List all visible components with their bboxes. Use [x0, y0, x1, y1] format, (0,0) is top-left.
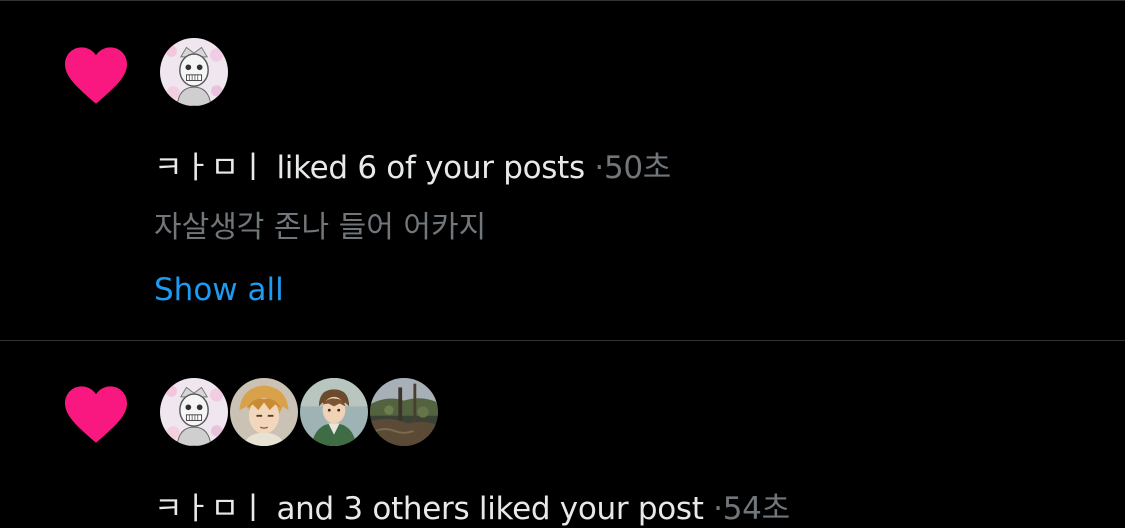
avatar[interactable]: [158, 376, 230, 448]
notification-action: and 3 others liked your post: [276, 491, 704, 527]
timestamp: 54초: [722, 491, 790, 527]
separator-dot: ·: [713, 491, 723, 527]
notification-item[interactable]: ㅋㅏㅁㅣ and 3 others liked your post ·54초: [0, 341, 1125, 528]
notification-text: ㅋㅏㅁㅣ liked 6 of your posts ·50초: [154, 142, 671, 187]
avatar-group: [158, 376, 440, 448]
notification-text: ㅋㅏㅁㅣ and 3 others liked your post ·54초: [154, 483, 790, 528]
avatar[interactable]: [298, 376, 370, 448]
timestamp: 50초: [603, 150, 672, 186]
avatar[interactable]: [158, 36, 230, 108]
separator-dot: ·: [594, 150, 604, 186]
avatar-group: [158, 36, 230, 108]
heart-icon: [62, 383, 130, 445]
show-all-link[interactable]: Show all: [154, 272, 284, 308]
heart-icon: [62, 44, 130, 106]
avatar[interactable]: [228, 376, 300, 448]
notification-action: liked 6 of your posts: [276, 150, 585, 186]
notification-item[interactable]: ㅋㅏㅁㅣ liked 6 of your posts ·50초 자살생각 존나 …: [0, 0, 1125, 341]
username[interactable]: ㅋㅏㅁㅣ: [154, 491, 267, 527]
username[interactable]: ㅋㅏㅁㅣ: [154, 150, 267, 186]
post-preview[interactable]: 자살생각 존나 들어 어카지: [154, 202, 486, 246]
avatar[interactable]: [368, 376, 440, 448]
